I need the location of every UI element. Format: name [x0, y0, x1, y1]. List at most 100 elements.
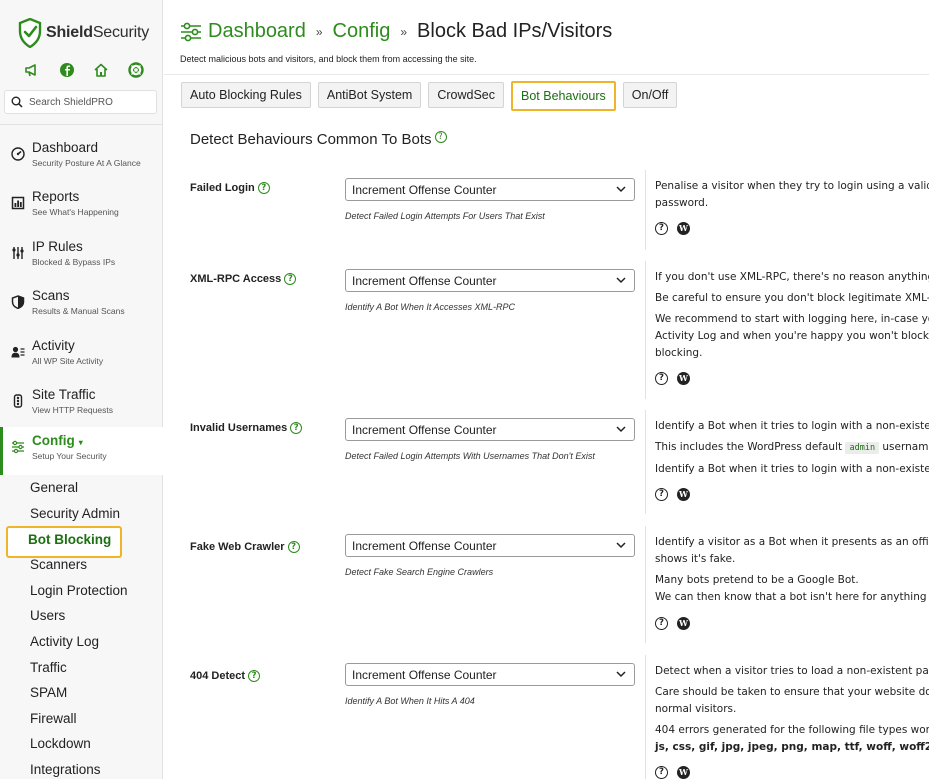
nav-item-ip-rules[interactable]: IP Rules Blocked & Bypass IPs — [0, 233, 163, 281]
config-item-general[interactable]: General — [30, 480, 78, 495]
option-links: ? W — [655, 222, 690, 235]
lifebuoy-icon[interactable] — [128, 62, 144, 78]
config-item-activity-log[interactable]: Activity Log — [30, 634, 99, 649]
desc-line: normal visitors. — [655, 703, 737, 715]
option-hint: Detect Fake Search Engine Crawlers — [345, 567, 494, 577]
option-links: ? W — [655, 488, 690, 501]
nav-item-dashboard[interactable]: Dashboard Security Posture At A Glance — [0, 134, 163, 182]
breadcrumb-config[interactable]: Config — [333, 20, 391, 43]
option-description: Identify a Bot when it tries to login wi… — [655, 418, 929, 482]
help-icon[interactable]: ? — [248, 670, 261, 682]
config-item-firewall[interactable]: Firewall — [30, 711, 77, 726]
config-item-login-protection[interactable]: Login Protection — [30, 583, 128, 598]
nav-item-reports[interactable]: Reports See What's Happening — [0, 183, 163, 231]
breadcrumb-separator: » — [315, 24, 323, 39]
config-item-users[interactable]: Users — [30, 608, 65, 623]
search-placeholder: Search ShieldPRO — [29, 96, 113, 108]
tab-bar: Auto Blocking Rules AntiBot System Crowd… — [181, 81, 684, 111]
chevron-down-icon — [616, 277, 626, 284]
gauge-icon — [11, 147, 25, 161]
breadcrumb-dashboard[interactable]: Dashboard — [208, 20, 306, 43]
main-content: Dashboard » Config » Block Bad IPs/Visit… — [164, 0, 929, 779]
wordpress-icon[interactable]: W — [677, 372, 690, 385]
nav-item-scans[interactable]: Scans Results & Manual Scans — [0, 282, 163, 330]
tab-bot-behaviours[interactable]: Bot Behaviours — [511, 81, 616, 111]
nav-subtitle: All WP Site Activity — [32, 356, 104, 366]
help-circle-icon[interactable]: ? — [655, 766, 668, 779]
config-item-spam[interactable]: SPAM — [30, 685, 67, 700]
logo-text: ShieldSecurity — [46, 24, 150, 41]
page-description: Detect malicious bots and visitors, and … — [180, 54, 477, 64]
config-item-security-admin[interactable]: Security Admin — [30, 506, 120, 521]
nav-title: Activity — [32, 338, 75, 353]
sidebar: ShieldSecurity Search ShieldPRO Dashboar… — [0, 0, 164, 779]
404-detect-select[interactable]: Increment Offense Counter — [345, 663, 635, 686]
option-description: If you don't use XML-RPC, there's no rea… — [655, 269, 929, 366]
desc-line: Identify a Bot when it tries to login wi… — [655, 420, 929, 432]
xml-rpc-select[interactable]: Increment Offense Counter — [345, 269, 635, 292]
option-label: Invalid Usernames? — [190, 422, 303, 434]
page-title: Block Bad IPs/Visitors — [417, 20, 613, 42]
config-item-scanners[interactable]: Scanners — [30, 557, 87, 572]
tab-crowdsec[interactable]: CrowdSec — [428, 82, 504, 108]
config-item-integrations[interactable]: Integrations — [30, 762, 101, 777]
facebook-icon[interactable] — [59, 62, 75, 78]
wordpress-icon[interactable]: W — [677, 766, 690, 779]
help-circle-icon[interactable]: ? — [655, 372, 668, 385]
nav-item-config[interactable]: Config ▾ Setup Your Security — [0, 427, 164, 475]
option-description: Identify a visitor as a Bot when it pres… — [655, 534, 929, 610]
desc-line: 404 errors generated for the following f… — [655, 724, 929, 736]
help-circle-icon[interactable]: ? — [655, 617, 668, 630]
column-divider — [645, 410, 646, 514]
desc-line: blocking. — [655, 347, 703, 359]
shield-security-logo[interactable]: ShieldSecurity — [18, 18, 149, 48]
wordpress-icon[interactable]: W — [677, 488, 690, 501]
nav-title: Reports — [32, 189, 80, 204]
desc-line: Activity Log and when you're happy you w… — [655, 330, 929, 342]
column-divider — [645, 170, 646, 250]
quick-links — [24, 62, 144, 78]
wordpress-icon[interactable]: W — [677, 617, 690, 630]
nav-title: Dashboard — [32, 140, 99, 155]
caret-down-icon: ▾ — [78, 438, 83, 447]
desc-line: Many bots pretend to be a Google Bot. — [655, 574, 859, 586]
tab-on-off[interactable]: On/Off — [622, 82, 678, 108]
help-icon[interactable]: ? — [290, 422, 303, 434]
desc-line: We recommend to start with logging here,… — [655, 313, 929, 325]
help-circle-icon[interactable]: ? — [655, 488, 668, 501]
config-item-bot-blocking[interactable]: Bot Blocking — [6, 526, 122, 558]
config-item-lockdown[interactable]: Lockdown — [30, 736, 91, 751]
desc-line: js, css, gif, jpg, jpeg, png, map, ttf, … — [655, 741, 929, 753]
fake-web-crawler-select[interactable]: Increment Offense Counter — [345, 534, 635, 557]
desc-line: shows it's fake. — [655, 553, 736, 565]
desc-line: Identify a visitor as a Bot when it pres… — [655, 536, 929, 548]
search-input[interactable]: Search ShieldPRO — [4, 90, 157, 114]
help-icon[interactable]: ? — [284, 273, 297, 285]
help-icon[interactable]: ? — [287, 541, 300, 553]
report-icon — [11, 196, 25, 210]
failed-login-select[interactable]: Increment Offense Counter — [345, 178, 635, 201]
nav-item-site-traffic[interactable]: Site Traffic View HTTP Requests — [0, 381, 163, 429]
breadcrumb: Dashboard » Config » Block Bad IPs/Visit… — [180, 20, 612, 43]
tab-auto-blocking-rules[interactable]: Auto Blocking Rules — [181, 82, 311, 108]
help-icon[interactable]: ? — [257, 182, 270, 194]
config-item-traffic[interactable]: Traffic — [30, 660, 67, 675]
search-icon — [11, 96, 23, 108]
nav-subtitle: Blocked & Bypass IPs — [32, 257, 116, 267]
desc-line: password. — [655, 197, 709, 209]
nav-title: Site Traffic — [32, 387, 96, 402]
invalid-usernames-select[interactable]: Increment Offense Counter — [345, 418, 635, 441]
option-hint: Identify A Bot When It Hits A 404 — [345, 696, 475, 706]
nav-item-activity[interactable]: Activity All WP Site Activity — [0, 332, 163, 380]
help-circle-icon[interactable]: ? — [655, 222, 668, 235]
megaphone-icon[interactable] — [24, 62, 40, 78]
home-icon[interactable] — [93, 62, 109, 78]
section-title: Detect Behaviours Common To Bots ? — [190, 130, 447, 148]
wordpress-icon[interactable]: W — [677, 222, 690, 235]
sliders-icon — [12, 440, 24, 454]
option-hint: Detect Failed Login Attempts For Users T… — [345, 211, 545, 221]
chevron-down-icon — [616, 426, 626, 433]
nav-title: Scans — [32, 288, 70, 303]
help-icon[interactable]: ? — [434, 130, 447, 143]
tab-antibot-system[interactable]: AntiBot System — [317, 82, 422, 108]
